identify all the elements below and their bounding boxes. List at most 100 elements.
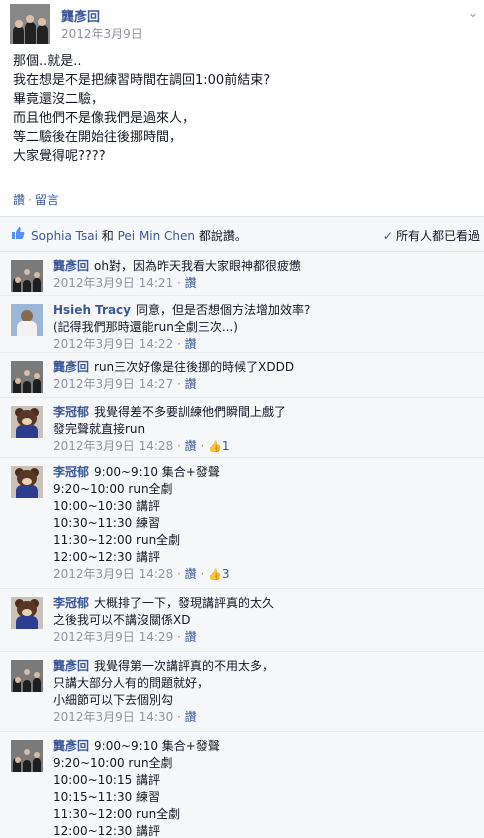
likes-bar: Sophia Tsai 和 Pei Min Chen 都說讚。 ✓ 所有人都已看過 [0,216,484,252]
commenter-avatar[interactable] [11,660,43,692]
comment-text-line: 龔彥回 9:00~9:10 集合+發聲 [53,738,220,755]
comment-text: 我覺得第一次講評真的不用太多， [94,659,275,673]
commenter-avatar[interactable] [11,361,43,393]
bear-avatar[interactable] [11,406,43,438]
comment-item: 龔彥回 9:00~9:10 集合+發聲 9:20~10:00 run全劇 10:00~… [0,732,484,838]
comment-text: 之後我可以不講沒關係XD [53,613,191,627]
post-author[interactable]: 龔彥回 [61,6,100,25]
comment-text-line: 11:30~12:00 run全劇 [53,532,229,549]
likes-summary: Sophia Tsai 和 Pei Min Chen 都說讚。 [31,227,247,244]
comment-text-line: 李冠郁 我覺得差不多要訓練他們瞬間上戲了 [53,404,286,421]
liker-name[interactable]: Pei Min Chen [118,229,195,243]
commenter-name[interactable]: 龔彥回 [53,739,89,753]
comment-text: 12:00~12:30 講評 [53,824,161,838]
post-header: 龔彥回 2012年3月9日 ⌄ [10,4,480,44]
comment-meta: 2012年3月9日 14:21 · 讚 [53,276,197,290]
comment-text: 發完聲就直接run [53,422,146,436]
post-text-line: 我在想是不是把練習時間在調回1:00前結束? [13,73,271,88]
comment-item: 龔彥回 oh對，因為昨天我看大家眼神都很疲憊 2012年3月9日 14:21 · 讚 [0,252,484,296]
comment-text-line: 12:00~12:30 講評 [53,549,229,566]
commenter-name[interactable]: 李冠郁 [53,405,89,419]
comment-like-button[interactable]: 讚 [185,377,197,391]
check-icon: ✓ [382,229,393,243]
commenter-name[interactable]: 龔彥回 [53,360,89,374]
comment-text-line: 11:30~12:00 run全劇 [53,806,220,823]
comment-text-line: 12:00~12:30 講評 [53,823,220,838]
comment-timestamp[interactable]: 2012年3月9日 14:22 [53,337,173,351]
commenter-avatar[interactable] [11,260,43,292]
seen-status: ✓ 所有人都已看過 [383,227,480,244]
comment-text-line: 龔彥回 我覺得第一次講評真的不用太多， [53,658,274,675]
author-avatar[interactable] [10,4,50,44]
comment-like-count[interactable]: 1 [222,439,230,453]
comment-timestamp[interactable]: 2012年3月9日 14:27 [53,377,173,391]
thumbs-up-icon [12,227,25,239]
comment-text-line: 李冠郁 大概排了一下，發現講評真的太久 [53,595,274,612]
comment-text-line: 10:00~10:30 講評 [53,498,229,515]
comment-button[interactable]: 留言 [35,193,59,207]
comment-text: 9:00~9:10 集合+發聲 [94,739,220,753]
commenter-name[interactable]: 李冠郁 [53,465,89,479]
comment-text: 小細節可以下去個別勾 [53,693,174,707]
post-text-line: 大家覺得呢???? [13,149,106,164]
bear-avatar[interactable] [11,466,43,498]
commenter-name[interactable]: 龔彥回 [53,659,89,673]
comment-text-line: Hsieh Tracy 同意，但是否想個方法增加效率? [53,302,310,319]
comment-text: 9:00~9:10 集合+發聲 [94,465,220,479]
comment-timestamp[interactable]: 2012年3月9日 14:29 [53,630,173,644]
comment-item: Hsieh Tracy 同意，但是否想個方法增加效率? (記得我們那時還能run全劇… [0,296,484,353]
comment-text-line: 李冠郁 9:00~9:10 集合+發聲 [53,464,229,481]
comment-like-button[interactable]: 讚 [185,567,197,581]
comment-like-button[interactable]: 讚 [185,337,197,351]
comment-timestamp[interactable]: 2012年3月9日 14:28 [53,567,173,581]
comment-text-line: (記得我們那時還能run全劇三次...) [53,319,310,336]
comment-text: 9:20~10:00 run全劇 [53,482,173,496]
comment-text-line: 之後我可以不講沒關係XD [53,612,274,629]
comment-like-button[interactable]: 讚 [185,630,197,644]
comment-text-line: 9:20~10:00 run全劇 [53,481,229,498]
comment-text: 10:15~11:30 練習 [53,790,161,804]
comment-like-count[interactable]: 3 [222,567,230,581]
comment-item: 龔彥回 run三次好像是往後挪的時候了XDDD 2012年3月9日 14:27 · … [0,353,484,398]
comment-timestamp[interactable]: 2012年3月9日 14:28 [53,439,173,453]
likes-and: 和 [97,229,118,243]
comment-text: run三次好像是往後挪的時候了XDDD [94,360,295,374]
post-message: 那個..就是.. 我在想是不是把練習時間在調回1:00前結束? 畢竟還沒二驗， 而且他… [13,52,473,166]
comment-item: 李冠郁 我覺得差不多要訓練他們瞬間上戲了 發完聲就直接run 2012年3月9日 14… [0,398,484,458]
comment-like-button[interactable]: 讚 [185,710,197,724]
comment-text: 同意，但是否想個方法增加效率? [135,303,311,317]
thumbs-up-icon: 👍 [208,440,222,453]
comment-like-button[interactable]: 讚 [185,276,197,290]
bear-avatar[interactable] [11,597,43,629]
comment-item: 李冠郁 9:00~9:10 集合+發聲 9:20~10:00 run全劇 10:00~… [0,458,484,589]
comment-text: 大概排了一下，發現講評真的太久 [94,596,275,610]
comment-like-button[interactable]: 讚 [185,439,197,453]
separator: · [28,193,32,207]
comment-text: 10:30~11:30 練習 [53,516,161,530]
comment-text-line: 只講大部分人有的問題就好， [53,675,274,692]
commenter-name[interactable]: Hsieh Tracy [53,303,131,317]
comment-text-line: 10:00~10:15 講評 [53,772,220,789]
comment-meta: 2012年3月9日 14:28 · 讚 · 👍1 [53,439,230,453]
comment-text-line: 小細節可以下去個別勾 [53,692,274,709]
comment-timestamp[interactable]: 2012年3月9日 14:30 [53,710,173,724]
comment-text: (記得我們那時還能run全劇三次...) [53,320,238,334]
comment-text: 9:20~10:00 run全劇 [53,756,173,770]
comment-meta: 2012年3月9日 14:30 · 讚 [53,710,197,724]
comment-timestamp[interactable]: 2012年3月9日 14:21 [53,276,173,290]
commenter-name[interactable]: 李冠郁 [53,596,89,610]
post-date[interactable]: 2012年3月9日 [61,25,143,42]
post-text-line: 那個..就是.. [13,54,82,69]
comment-meta: 2012年3月9日 14:29 · 讚 [53,630,197,644]
like-button[interactable]: 讚 [13,193,25,207]
commenter-avatar[interactable] [11,304,43,336]
commenter-avatar[interactable] [11,740,43,772]
comment-text: 12:00~12:30 講評 [53,550,161,564]
chevron-down-icon[interactable]: ⌄ [468,6,478,20]
liker-name[interactable]: Sophia Tsai [31,229,98,243]
comment-meta: 2012年3月9日 14:27 · 讚 [53,377,197,391]
thumbs-up-icon: 👍 [208,568,222,581]
commenter-name[interactable]: 龔彥回 [53,259,89,273]
comment-text: 只講大部分人有的問題就好， [53,676,210,690]
comment-text-line: 10:30~11:30 練習 [53,515,229,532]
